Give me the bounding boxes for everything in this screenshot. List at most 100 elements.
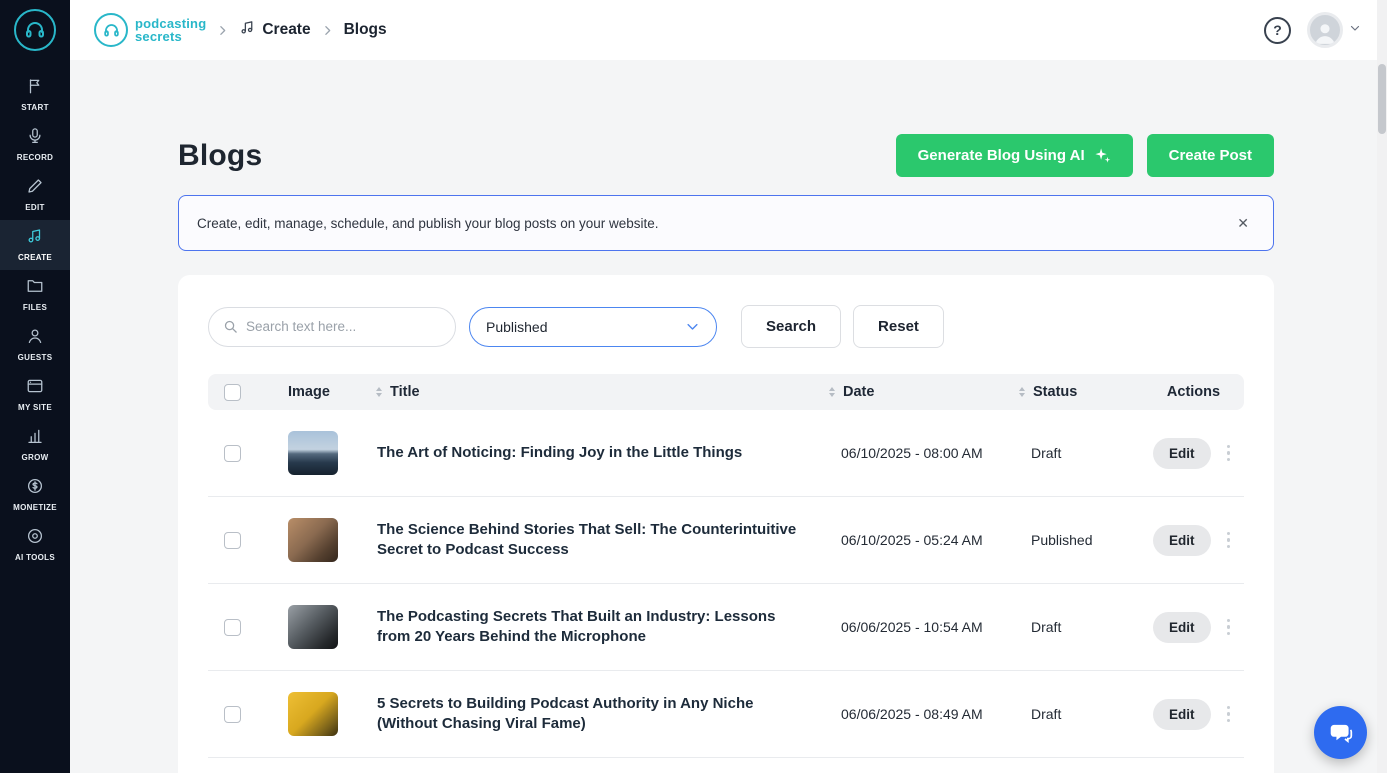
scrollbar-track	[1377, 0, 1387, 773]
table-header-row: Image Title Date Status	[208, 374, 1244, 410]
row-checkbox[interactable]	[224, 619, 241, 636]
pencil-icon	[26, 177, 44, 200]
page-title: Blogs	[178, 139, 262, 173]
close-icon: ✕	[1237, 215, 1249, 231]
breadcrumb-blogs[interactable]: Blogs	[344, 21, 387, 39]
search-box	[208, 307, 456, 347]
person-icon	[26, 327, 44, 350]
sparkle-icon	[1094, 147, 1111, 164]
create-post-button[interactable]: Create Post	[1147, 134, 1274, 177]
sidebar-item-label: MONETIZE	[13, 503, 57, 512]
sidebar-item-label: GUESTS	[18, 353, 53, 362]
avatar	[1307, 12, 1343, 48]
sidebar-item-my-site[interactable]: MY SITE	[0, 370, 70, 420]
sidebar-item-label: START	[21, 103, 49, 112]
blog-thumbnail-person-yellow-jacket	[288, 692, 338, 736]
blog-title: The Science Behind Stories That Sell: Th…	[348, 520, 823, 561]
sidebar-logo[interactable]	[0, 0, 70, 60]
chat-bubble-icon	[1328, 720, 1354, 746]
table-row: The Science Behind Stories That Sell: Th…	[208, 497, 1244, 584]
sidebar: START RECORD EDIT CREATE FILES GUESTS	[0, 0, 70, 773]
sidebar-item-record[interactable]: RECORD	[0, 120, 70, 170]
banner-close-button[interactable]: ✕	[1231, 211, 1255, 236]
chat-widget-button[interactable]	[1314, 706, 1367, 759]
search-icon	[223, 319, 238, 334]
status-filter-value: Published	[486, 319, 548, 335]
row-checkbox[interactable]	[224, 532, 241, 549]
help-button[interactable]: ?	[1264, 17, 1291, 44]
sidebar-item-guests[interactable]: GUESTS	[0, 320, 70, 370]
blogs-table: Image Title Date Status	[208, 374, 1244, 758]
breadcrumb-create-label: Create	[262, 21, 310, 39]
sidebar-item-label: FILES	[23, 303, 47, 312]
reset-button[interactable]: Reset	[853, 305, 944, 348]
sidebar-item-label: GROW	[22, 453, 49, 462]
sidebar-item-edit[interactable]: EDIT	[0, 170, 70, 220]
dollar-icon	[26, 477, 44, 500]
status-badge: Draft	[1013, 706, 1143, 722]
page-head-actions: Generate Blog Using AI Create Post	[896, 134, 1274, 177]
scrollbar-thumb[interactable]	[1378, 64, 1386, 134]
sidebar-item-label: AI TOOLS	[15, 553, 55, 562]
edit-button[interactable]: Edit	[1153, 699, 1211, 730]
info-banner: Create, edit, manage, schedule, and publ…	[178, 195, 1274, 251]
question-mark-icon: ?	[1273, 22, 1282, 38]
top-header: podcasting secrets Create Blogs ?	[70, 0, 1387, 60]
sidebar-item-monetize[interactable]: MONETIZE	[0, 470, 70, 520]
blogs-card: Published Search Reset Image	[178, 275, 1274, 773]
select-all-checkbox[interactable]	[224, 384, 241, 401]
sidebar-item-label: CREATE	[18, 253, 52, 262]
kebab-menu-icon[interactable]	[1223, 702, 1235, 727]
person-silhouette-icon	[1312, 19, 1338, 45]
sidebar-item-label: MY SITE	[18, 403, 52, 412]
kebab-menu-icon[interactable]	[1223, 441, 1235, 466]
generate-blog-ai-button[interactable]: Generate Blog Using AI	[896, 134, 1133, 177]
blog-date: 06/10/2025 - 05:24 AM	[823, 532, 1013, 548]
music-note-icon	[239, 19, 256, 41]
kebab-menu-icon[interactable]	[1223, 528, 1235, 553]
edit-button[interactable]: Edit	[1153, 438, 1211, 469]
column-header-actions: Actions	[1143, 384, 1244, 400]
info-banner-text: Create, edit, manage, schedule, and publ…	[197, 216, 659, 231]
table-row: The Art of Noticing: Finding Joy in the …	[208, 410, 1244, 497]
search-input[interactable]	[246, 319, 441, 334]
breadcrumb-create[interactable]: Create	[239, 19, 310, 41]
table-row: 5 Secrets to Building Podcast Authority …	[208, 671, 1244, 758]
browser-icon	[26, 377, 44, 400]
blog-title: The Art of Noticing: Finding Joy in the …	[348, 443, 823, 463]
sidebar-item-start[interactable]: START	[0, 70, 70, 120]
sidebar-item-create[interactable]: CREATE	[0, 220, 70, 270]
create-post-label: Create Post	[1169, 147, 1252, 164]
sidebar-item-label: EDIT	[25, 203, 44, 212]
edit-button[interactable]: Edit	[1153, 612, 1211, 643]
folder-icon	[26, 277, 44, 300]
sort-icon[interactable]	[374, 385, 384, 399]
kebab-menu-icon[interactable]	[1223, 615, 1235, 640]
sort-icon[interactable]	[827, 385, 837, 399]
sidebar-item-grow[interactable]: GROW	[0, 420, 70, 470]
row-checkbox[interactable]	[224, 445, 241, 462]
search-button[interactable]: Search	[741, 305, 841, 348]
flag-icon	[26, 77, 44, 100]
orbit-icon	[26, 527, 44, 550]
table-row: The Podcasting Secrets That Built an Ind…	[208, 584, 1244, 671]
blog-title: 5 Secrets to Building Podcast Authority …	[348, 694, 823, 735]
sort-icon[interactable]	[1017, 385, 1027, 399]
column-header-date[interactable]: Date	[843, 384, 874, 400]
chevron-right-icon	[216, 24, 229, 37]
sidebar-item-files[interactable]: FILES	[0, 270, 70, 320]
account-menu[interactable]	[1307, 12, 1361, 48]
filters-bar: Published Search Reset	[208, 305, 1244, 348]
status-badge: Published	[1013, 532, 1143, 548]
status-filter-dropdown[interactable]: Published	[469, 307, 717, 347]
edit-button[interactable]: Edit	[1153, 525, 1211, 556]
sidebar-item-ai-tools[interactable]: AI TOOLS	[0, 520, 70, 570]
brand-home-link[interactable]: podcasting secrets	[94, 13, 206, 47]
blog-date: 06/06/2025 - 08:49 AM	[823, 706, 1013, 722]
column-header-title[interactable]: Title	[390, 384, 420, 400]
chevron-right-icon	[321, 24, 334, 37]
sidebar-item-label: RECORD	[17, 153, 53, 162]
row-checkbox[interactable]	[224, 706, 241, 723]
podcasting-secrets-logo-icon	[14, 9, 56, 51]
column-header-status[interactable]: Status	[1033, 384, 1077, 400]
